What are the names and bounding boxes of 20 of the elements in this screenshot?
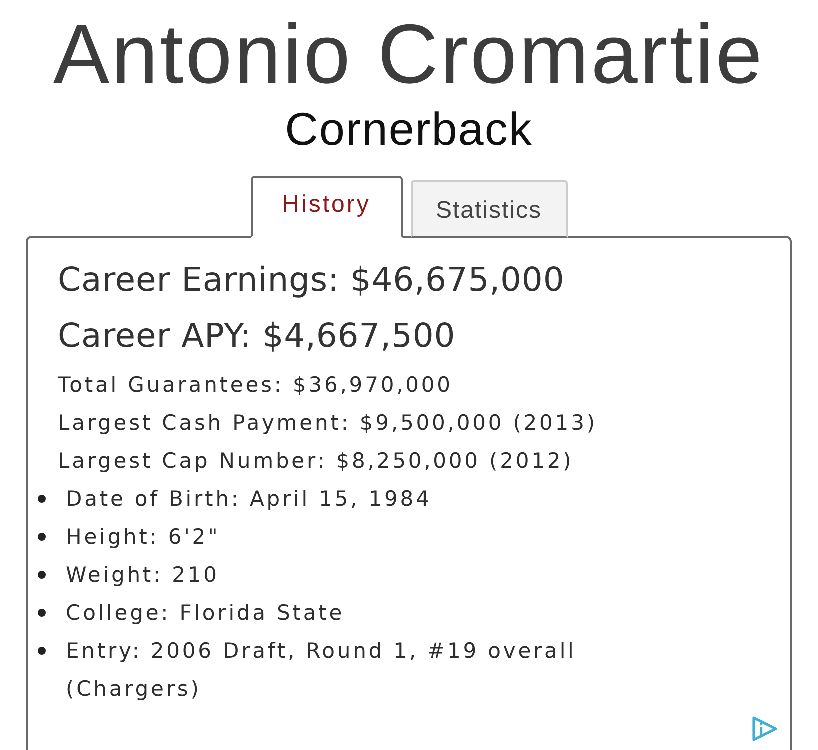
bio-item: College: Florida State — [66, 600, 345, 627]
triangle-info-icon[interactable] — [752, 716, 778, 742]
contract-stat: Total Guarantees: $36,970,000 — [58, 372, 453, 399]
player-name: Antonio Cromartie — [54, 8, 764, 100]
tab[interactable]: History — [250, 176, 402, 238]
bullet-icon — [38, 609, 46, 617]
bullet-icon — [38, 495, 46, 503]
headline-stat: Career Earnings: $46,675,000 — [58, 259, 565, 301]
contract-stat: Largest Cap Number: $8,250,000 (2012) — [58, 448, 574, 475]
headline-stat: Career APY: $4,667,500 — [58, 315, 456, 357]
bullet-icon — [38, 647, 46, 655]
contract-stat: Largest Cash Payment: $9,500,000 (2013) — [58, 410, 598, 437]
bio-item: Entry: 2006 Draft, Round 1, #19 overall (Chargers) — [66, 638, 578, 703]
bullet-icon — [38, 533, 46, 541]
tab[interactable]: Statistics — [410, 180, 568, 238]
player-position: Cornerback — [285, 102, 533, 156]
bullet-icon — [38, 571, 46, 579]
bio-item: Height: 6'2" — [66, 524, 220, 551]
bio-item: Weight: 210 — [66, 562, 220, 589]
bio-item: Date of Birth: April 15, 1984 — [66, 486, 432, 513]
